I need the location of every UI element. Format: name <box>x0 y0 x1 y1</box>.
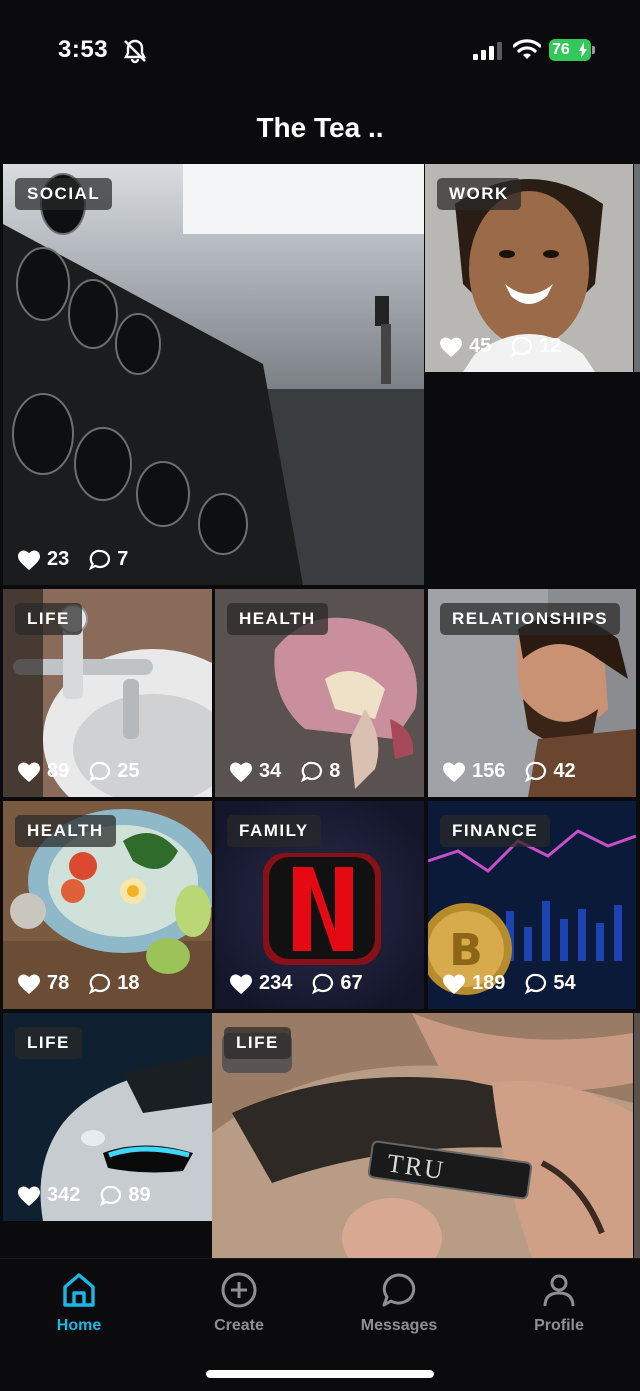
category-badge: RELATIONSHIPS <box>440 603 621 635</box>
post-tile[interactable]: HEALTH 34 8 <box>215 589 424 797</box>
heart-icon[interactable] <box>229 973 253 995</box>
plus-circle-icon <box>221 1272 257 1308</box>
chat-bubble-icon <box>382 1273 416 1307</box>
heart-icon[interactable] <box>17 1185 41 1207</box>
post-stats: 189 54 <box>442 972 576 995</box>
like-count: 45 <box>469 335 492 357</box>
post-stats: 89 25 <box>17 760 140 783</box>
heart-icon[interactable] <box>229 761 253 783</box>
post-tile[interactable]: TRU LIFE <box>212 1013 633 1258</box>
nav-profile[interactable]: Profile <box>489 1271 629 1335</box>
battery-charging-icon <box>579 42 587 58</box>
page-title: The Tea .. <box>256 112 384 143</box>
category-badge: FAMILY <box>227 815 321 847</box>
comment-count: 18 <box>117 972 140 994</box>
like-count: 78 <box>47 972 70 994</box>
like-count: 234 <box>259 972 293 994</box>
heart-icon[interactable] <box>439 336 463 358</box>
category-badge: WORK <box>437 178 521 210</box>
comment-icon[interactable] <box>89 549 111 571</box>
comment-count: 8 <box>329 760 341 782</box>
comment-count: 12 <box>539 335 562 357</box>
comment-count: 67 <box>340 972 363 994</box>
svg-text:B: B <box>449 925 483 976</box>
post-tile[interactable]: WORK 45 12 <box>425 164 633 372</box>
category-badge: LIFE <box>15 1027 82 1059</box>
heart-icon[interactable] <box>442 761 466 783</box>
heart-icon[interactable] <box>17 973 41 995</box>
nav-home[interactable]: Home <box>9 1271 149 1335</box>
comment-icon[interactable] <box>312 973 334 995</box>
wifi-icon <box>513 39 541 59</box>
like-count: 34 <box>259 760 282 782</box>
nav-messages-label: Messages <box>360 1317 438 1334</box>
heart-icon[interactable] <box>442 973 466 995</box>
nav-home-label: Home <box>56 1317 102 1334</box>
home-indicator[interactable] <box>206 1370 434 1378</box>
post-stats: 234 67 <box>229 972 363 995</box>
comment-icon[interactable] <box>100 1185 122 1207</box>
post-stats: 342 89 <box>17 1184 151 1207</box>
comment-count: 42 <box>553 760 576 782</box>
battery-indicator: 76 <box>549 39 591 61</box>
post-stats: 78 18 <box>17 972 140 995</box>
category-badge: LIFE <box>224 1027 291 1059</box>
category-badge: LIFE <box>15 603 82 635</box>
comment-count: 89 <box>128 1184 151 1206</box>
post-tile[interactable]: LIFE 89 25 <box>3 589 212 797</box>
comment-count: 54 <box>553 972 576 994</box>
comment-icon[interactable] <box>525 761 547 783</box>
post-stats: 34 8 <box>229 760 340 783</box>
comment-icon[interactable] <box>511 336 533 358</box>
category-badge: HEALTH <box>227 603 328 635</box>
like-count: 23 <box>47 548 70 570</box>
status-time: 3:53 <box>58 36 109 63</box>
nav-create-label: Create <box>214 1317 264 1334</box>
post-tile-edge <box>634 1013 640 1258</box>
post-image <box>3 164 424 585</box>
like-count: 189 <box>472 972 506 994</box>
status-bar: 3:53 76 <box>0 0 640 100</box>
post-tile-edge <box>634 164 640 372</box>
person-icon <box>543 1274 575 1307</box>
comment-icon[interactable] <box>89 761 111 783</box>
like-count: 342 <box>47 1184 81 1206</box>
like-count: 89 <box>47 760 70 782</box>
post-stats: 23 7 <box>17 548 128 571</box>
comment-count: 25 <box>117 760 140 782</box>
post-stats: 45 12 <box>439 335 562 358</box>
battery-level: 76 <box>552 41 570 58</box>
battery-nub <box>592 46 595 54</box>
like-count: 156 <box>472 760 506 782</box>
razor-text: TRU <box>385 1148 447 1186</box>
heart-icon[interactable] <box>17 761 41 783</box>
category-badge: HEALTH <box>15 815 116 847</box>
comment-icon[interactable] <box>89 973 111 995</box>
post-tile[interactable]: FAMILY 234 67 <box>215 801 424 1009</box>
comment-count: 7 <box>117 548 129 570</box>
home-icon <box>63 1273 95 1307</box>
post-tile[interactable]: RELATIONSHIPS 156 42 <box>428 589 636 797</box>
post-tile[interactable]: SOCIAL 23 7 <box>3 164 424 585</box>
bell-slash-icon <box>124 39 146 64</box>
heart-icon[interactable] <box>17 549 41 571</box>
post-tile[interactable]: HEALTH 78 18 <box>3 801 212 1009</box>
post-stats: 156 42 <box>442 760 576 783</box>
category-badge: SOCIAL <box>15 178 113 210</box>
post-tile[interactable]: B FINANCE 189 54 <box>428 801 636 1009</box>
comment-icon[interactable] <box>301 761 323 783</box>
nav-create[interactable]: Create <box>169 1271 309 1335</box>
comment-icon[interactable] <box>525 973 547 995</box>
nav-messages[interactable]: Messages <box>329 1271 469 1335</box>
post-tile[interactable]: LIFE 342 89 <box>3 1013 212 1221</box>
nav-profile-label: Profile <box>534 1317 584 1334</box>
cellular-signal-icon <box>473 42 502 60</box>
category-badge: FINANCE <box>440 815 551 847</box>
